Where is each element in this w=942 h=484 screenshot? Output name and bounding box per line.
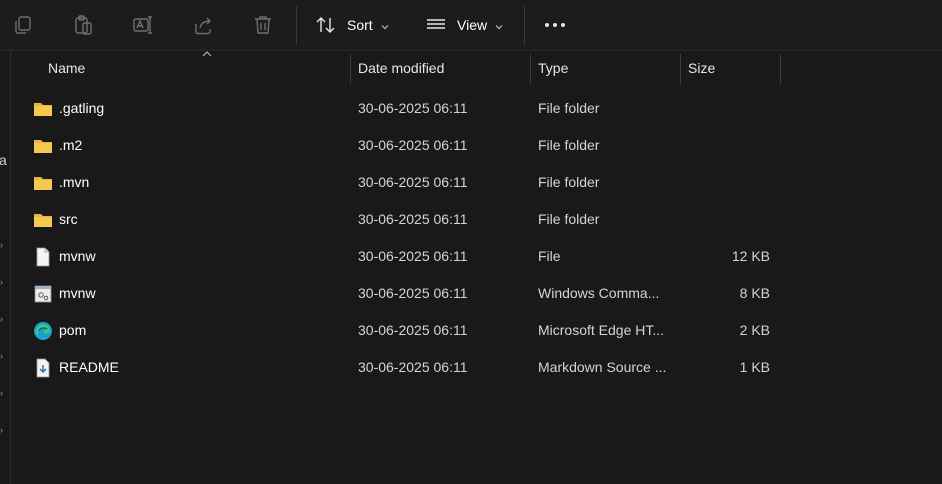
file-name: mvnw [59, 285, 96, 301]
file-date: 30-06-2025 06:11 [358, 322, 468, 338]
folder-icon [33, 99, 53, 119]
sort-label: Sort [347, 17, 373, 33]
more-icon [543, 14, 567, 36]
file-size: 2 KB [739, 322, 770, 338]
folder-icon [33, 173, 53, 193]
edge-icon [33, 321, 53, 341]
chevron-right-icon[interactable]: › [0, 277, 3, 287]
column-date-modified[interactable]: Date modified [358, 51, 444, 85]
column-divider[interactable] [680, 54, 681, 84]
folder-icon [33, 136, 53, 156]
paste-icon [72, 14, 94, 36]
column-divider[interactable] [530, 54, 531, 84]
chevron-right-icon[interactable]: › [0, 240, 3, 250]
rename-icon [132, 14, 154, 36]
file-date: 30-06-2025 06:11 [358, 100, 468, 116]
file-name: .mvn [59, 174, 90, 190]
file-type: Microsoft Edge HT... [538, 322, 665, 338]
chevron-right-icon[interactable]: › [0, 425, 3, 435]
file-type: Markdown Source ... [538, 359, 667, 375]
file-date: 30-06-2025 06:11 [358, 211, 468, 227]
file-row[interactable]: .m2 30-06-2025 06:11 File folder [12, 127, 942, 164]
chevron-right-icon[interactable]: › [0, 314, 3, 324]
file-size: 1 KB [739, 359, 770, 375]
navigation-pane[interactable]: a › › › › › › [0, 51, 11, 484]
file-size: 8 KB [739, 285, 770, 301]
view-button[interactable]: View [425, 12, 503, 38]
file-type: Windows Comma... [538, 285, 660, 301]
file-date: 30-06-2025 06:11 [358, 359, 468, 375]
column-divider[interactable] [350, 54, 351, 84]
file-name: README [59, 359, 119, 375]
file-date: 30-06-2025 06:11 [358, 248, 468, 264]
copy-button[interactable] [12, 12, 34, 38]
toolbar-separator [296, 6, 297, 44]
file-row[interactable]: src 30-06-2025 06:11 File folder [12, 201, 942, 238]
sort-ascending-icon [202, 49, 212, 59]
column-name[interactable]: Name [48, 51, 85, 85]
file-type: File [538, 248, 561, 264]
view-list-icon [425, 14, 447, 36]
copy-icon [12, 14, 34, 36]
file-size: 12 KB [731, 248, 770, 264]
file-row[interactable]: pom 30-06-2025 06:11 Microsoft Edge HT..… [12, 312, 942, 349]
sort-icon [315, 14, 337, 36]
chevron-right-icon[interactable]: › [0, 351, 3, 361]
toolbar-separator [524, 6, 525, 44]
file-name: mvnw [59, 248, 96, 264]
file-name: src [59, 211, 78, 227]
more-options-button[interactable] [543, 12, 567, 38]
rename-button[interactable] [132, 12, 154, 38]
file-row[interactable]: README 30-06-2025 06:11 Markdown Source … [12, 349, 942, 386]
cmd-script-icon [33, 284, 53, 304]
markdown-icon [33, 358, 53, 378]
file-type: File folder [538, 137, 600, 153]
file-row[interactable]: .mvn 30-06-2025 06:11 File folder [12, 164, 942, 201]
view-label: View [457, 17, 488, 33]
file-date: 30-06-2025 06:11 [358, 137, 468, 153]
share-button[interactable] [192, 12, 214, 38]
file-row[interactable]: mvnw 30-06-2025 06:11 File 12 KB [12, 238, 942, 275]
file-date: 30-06-2025 06:11 [358, 285, 468, 301]
column-size[interactable]: Size [688, 51, 715, 85]
share-icon [192, 14, 214, 36]
file-icon [33, 247, 53, 267]
chevron-down-icon [381, 17, 389, 33]
file-type: File folder [538, 174, 600, 190]
file-name: .gatling [59, 100, 105, 116]
file-list: .gatling 30-06-2025 06:11 File folder .m… [12, 90, 942, 386]
command-bar: Sort View [0, 0, 942, 51]
file-type: File folder [538, 211, 600, 227]
delete-button[interactable] [252, 12, 274, 38]
file-name: .m2 [59, 137, 83, 153]
nav-item-label: a [0, 152, 7, 168]
paste-button[interactable] [72, 12, 94, 38]
delete-icon [252, 14, 274, 36]
chevron-right-icon[interactable]: › [0, 388, 3, 398]
file-row[interactable]: .gatling 30-06-2025 06:11 File folder [12, 90, 942, 127]
column-divider[interactable] [780, 54, 781, 84]
file-name: pom [59, 322, 87, 338]
file-row[interactable]: mvnw 30-06-2025 06:11 Windows Comma... 8… [12, 275, 942, 312]
file-type: File folder [538, 100, 600, 116]
sort-button[interactable]: Sort [315, 12, 389, 38]
folder-icon [33, 210, 53, 230]
file-date: 30-06-2025 06:11 [358, 174, 468, 190]
column-header: Name Date modified Type Size [12, 51, 942, 85]
chevron-down-icon [495, 17, 503, 33]
column-type[interactable]: Type [538, 51, 568, 85]
